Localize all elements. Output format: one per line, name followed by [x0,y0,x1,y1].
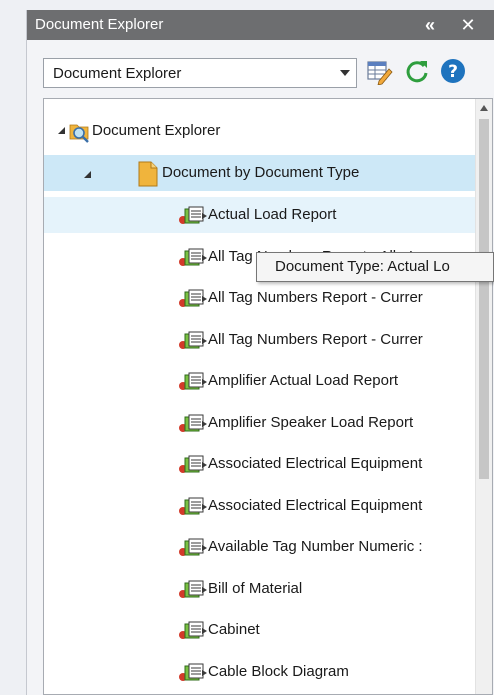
vertical-scrollbar[interactable] [475,99,492,694]
search-folder-icon [69,124,89,143]
chevron-down-icon[interactable] [340,70,350,76]
tree-document-item[interactable]: Actual Load Report [44,197,476,233]
tree-document-label: Amplifier Actual Load Report [208,372,399,389]
document-type-icon [179,331,207,349]
help-icon[interactable]: ? [439,57,467,85]
tree-document-label: Associated Electrical Equipment [208,496,423,514]
tree-document-label: Bill of Material [208,579,303,597]
grid-edit-icon[interactable] [365,57,393,85]
tree-document-label: Available Tag Number Numeric : [208,538,423,555]
panel-title-bar[interactable]: Document Explorer « ✕ [27,10,494,40]
document-type-icon [179,206,207,224]
scroll-up-icon[interactable] [480,105,488,111]
tree-document-label: Cabinet [208,621,260,638]
document-type-icon [179,621,207,639]
tree-document-item[interactable]: Cabinet [44,612,476,648]
tree-document-item[interactable]: Amplifier Actual Load Report [44,363,476,399]
document-type-tooltip: Document Type: Actual Lo [256,252,494,282]
tree-document-label: Amplifier Speaker Load Report [208,413,414,431]
close-icon[interactable]: ✕ [457,14,479,36]
tree-root-node[interactable]: Document Explorer [44,113,476,149]
document-type-icon [179,663,207,681]
tree-document-item[interactable]: All Tag Numbers Report - Currer [44,280,476,316]
document-type-icon [179,372,207,390]
document-type-icon [179,580,207,598]
tree-document-label: Associated Electrical Equipment [208,455,423,472]
document-type-icon [179,538,207,556]
refresh-icon[interactable] [403,57,431,85]
tree-document-item[interactable]: Amplifier Speaker Load Report [44,405,476,441]
expand-arrow-icon[interactable] [58,127,65,134]
tree-document-item[interactable]: Available Tag Number Numeric : [44,529,476,565]
tree-document-label: All Tag Numbers Report - Currer [208,289,423,306]
tree-document-item[interactable]: Associated Electrical Equipment [44,446,476,482]
document-explorer-panel: Document Explorer « ✕ Document Explorer … [26,10,494,695]
tree-document-item[interactable]: All Tag Numbers Report - Currer [44,322,476,358]
document-type-icon [179,248,207,266]
tree-document-label: Actual Load Report [208,206,337,223]
tree-document-label: Cable Block Diagram [208,662,349,680]
document-tree[interactable]: Document Explorer Document by Document T… [43,98,493,695]
tree-document-item[interactable]: Cable Block Diagram [44,654,476,690]
document-type-icon [179,455,207,473]
panel-toolbar: Document Explorer ? [27,40,494,96]
tree-document-label: All Tag Numbers Report - Currer [208,330,423,348]
document-type-icon [179,289,207,307]
help-glyph: ? [448,62,458,82]
tree-document-item[interactable]: Associated Electrical Equipment [44,488,476,524]
explorer-view-select[interactable]: Document Explorer [43,58,357,88]
tree-root-label: Document Explorer [92,122,221,139]
document-type-icon [179,414,207,432]
tree-group-label: Document by Document Type [162,164,360,181]
tree-document-item[interactable]: Bill of Material [44,571,476,607]
expand-arrow-icon[interactable] [84,171,91,178]
document-type-icon [179,497,207,515]
tree-group-node[interactable]: Document by Document Type [44,155,476,191]
panel-title: Document Explorer [35,16,164,33]
collapse-icon[interactable]: « [419,14,441,36]
scrollbar-thumb[interactable] [479,119,489,479]
explorer-view-select-value: Document Explorer [53,65,182,82]
folder-icon [138,161,158,187]
